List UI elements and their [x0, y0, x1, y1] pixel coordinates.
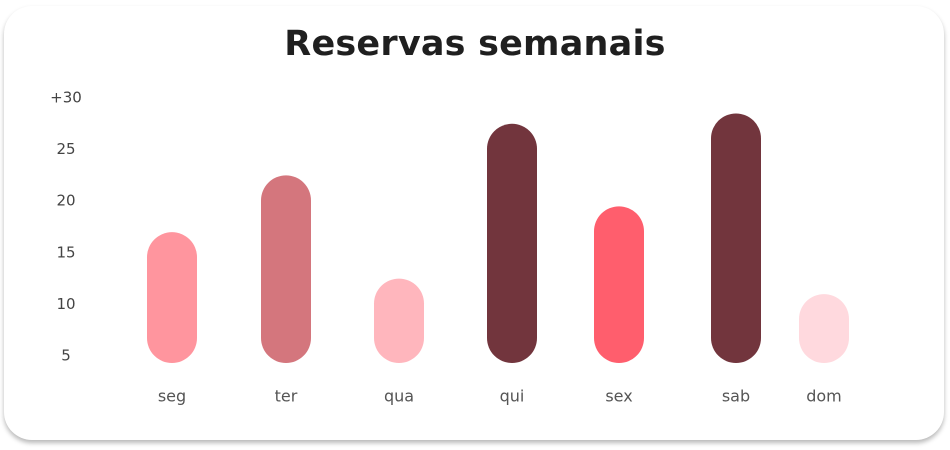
y-tick-label: 25	[56, 140, 75, 158]
x-tick-label-qui: qui	[500, 387, 525, 406]
y-tick-label: 10	[56, 295, 75, 313]
bars	[147, 113, 849, 363]
x-axis-labels: seg ter qua qui sex sab dom	[158, 387, 842, 406]
x-tick-label-sab: sab	[722, 387, 750, 406]
bar-chart: 5 10 15 20 25 +30 seg ter qua qui sex sab dom	[50, 89, 849, 406]
bar-ter	[261, 175, 311, 363]
y-tick-label: 15	[56, 243, 75, 261]
bar-sex	[594, 206, 644, 363]
bar-dom	[799, 294, 849, 363]
x-tick-label-ter: ter	[275, 387, 298, 406]
y-tick-label: +30	[50, 89, 82, 107]
x-tick-label-dom: dom	[806, 387, 842, 406]
y-axis-ticks: 5 10 15 20 25 +30	[50, 89, 82, 365]
x-tick-label-sex: sex	[605, 387, 632, 406]
y-tick-label: 20	[56, 192, 75, 210]
bar-qua	[374, 278, 424, 363]
bar-sab	[711, 113, 761, 363]
bar-qui	[487, 123, 537, 363]
y-tick-label: 5	[61, 347, 71, 365]
bar-seg	[147, 232, 197, 363]
x-tick-label-seg: seg	[158, 387, 186, 406]
x-tick-label-qua: qua	[384, 387, 414, 406]
